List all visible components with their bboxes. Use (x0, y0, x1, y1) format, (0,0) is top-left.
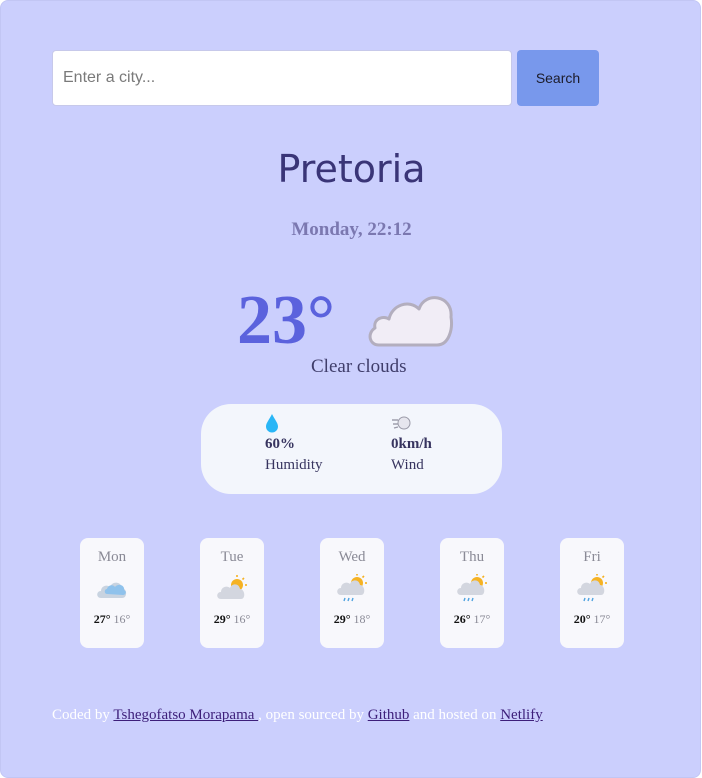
footer-text: and hosted on (409, 707, 501, 723)
wind-face-icon (392, 416, 411, 430)
wind-label: Wind (391, 457, 424, 473)
footer-text: Coded by (52, 707, 114, 723)
forecast-min: 18° (353, 612, 371, 626)
humidity-stat: 60% Humidity (265, 412, 323, 474)
search-button[interactable]: Search (517, 50, 599, 106)
forecast-min: 17° (593, 612, 611, 626)
forecast-min: 16° (233, 612, 251, 626)
forecast-day: Wed (338, 549, 366, 565)
forecast-temps: 20° 17° (560, 612, 624, 627)
weather-app: Search Pretoria Monday, 22:12 23° Clear … (0, 0, 701, 778)
weather-description: Clear clouds (311, 356, 407, 377)
forecast-card: Tue 29° 16° (200, 538, 264, 648)
sun-cloud-rain-icon (457, 574, 487, 602)
forecast-card: Mon 27° 16° (80, 538, 144, 648)
forecast-max: 27° (93, 612, 111, 626)
forecast-max: 29° (333, 612, 351, 626)
forecast-max: 26° (453, 612, 471, 626)
wind-stat: 0km/h Wind (391, 412, 432, 474)
forecast-max: 20° (573, 612, 591, 626)
current-temperature: 23° (237, 282, 335, 359)
conditions-panel: 60% Humidity 0km/h Wind (201, 404, 502, 494)
forecast-card: Thu 26° 17° (440, 538, 504, 648)
forecast-temps: 26° 17° (440, 612, 504, 627)
cloud-icon (368, 296, 453, 347)
footer-credits: Coded by Tshegofatso Morapama , open sou… (52, 707, 543, 724)
forecast-temps: 27° 16° (80, 612, 144, 627)
current-datetime: Monday, 22:12 (291, 219, 412, 240)
sun-cloud-rain-icon (337, 574, 367, 602)
forecast-temps: 29° 16° (200, 612, 264, 627)
forecast-day: Mon (97, 549, 127, 565)
droplet-icon (266, 414, 278, 433)
sun-cloud-rain-icon (577, 574, 607, 602)
wind-value: 0km/h (391, 436, 432, 452)
netlify-link[interactable]: Netlify (500, 707, 543, 723)
forecast-card: Wed 29° 18° (320, 538, 384, 648)
sun-behind-cloud-icon (217, 575, 247, 599)
forecast-day: Fri (583, 549, 601, 565)
forecast-day: Tue (220, 549, 244, 565)
forecast-min: 16° (113, 612, 131, 626)
forecast-max: 29° (213, 612, 231, 626)
github-link[interactable]: Github (368, 707, 410, 723)
forecast-card: Fri 20° 17° (560, 538, 624, 648)
forecast-temps: 29° 18° (320, 612, 384, 627)
forecast-min: 17° (473, 612, 491, 626)
footer-text: , open sourced by (258, 707, 368, 723)
author-link[interactable]: Tshegofatso Morapama (113, 707, 258, 723)
city-name: Pretoria (277, 147, 426, 191)
forecast-day: Thu (459, 549, 485, 565)
humidity-label: Humidity (265, 457, 323, 473)
partly-cloudy-icon (97, 582, 127, 598)
humidity-value: 60% (265, 436, 295, 452)
city-search-input[interactable] (52, 50, 512, 106)
